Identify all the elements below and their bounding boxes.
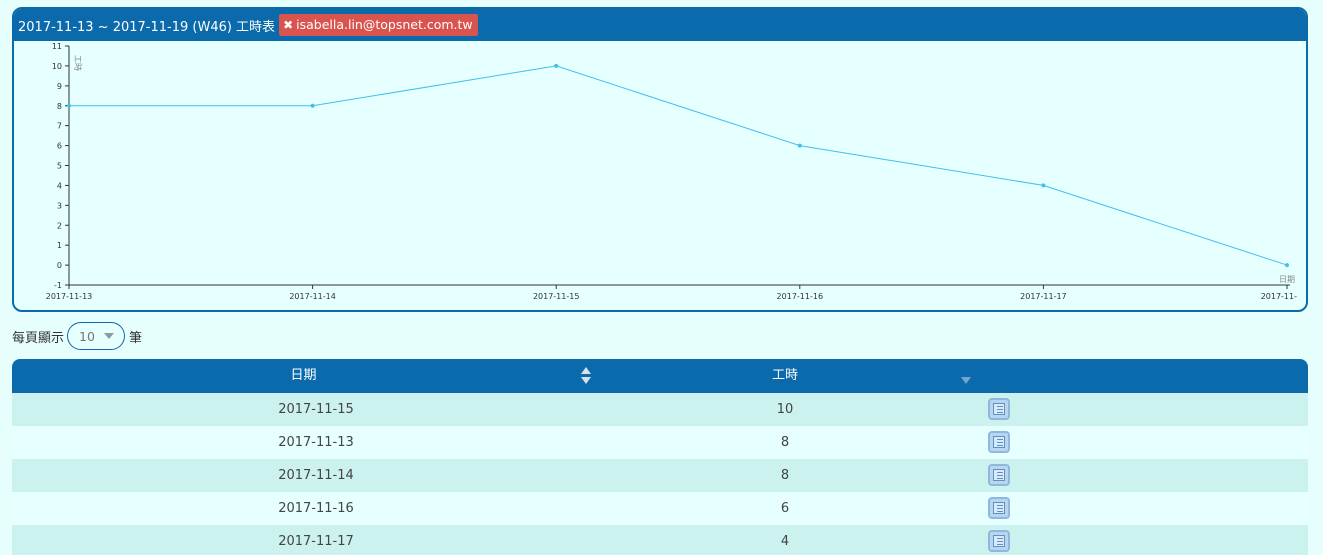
y-tick-label: 8 [57, 102, 62, 111]
chart-panel: 2017-11-13 ~ 2017-11-19 (W46) 工時表 ✖ isab… [12, 7, 1308, 312]
user-filter-tag[interactable]: ✖ isabella.lin@topsnet.com.tw [279, 14, 478, 36]
page-size-control: 每頁顯示 10 筆 [12, 322, 142, 350]
cell-hours: 6 [780, 501, 790, 516]
cell-hours: 10 [776, 402, 794, 417]
times-icon[interactable]: ✖ [283, 14, 293, 36]
list-detail-icon[interactable] [988, 431, 1010, 453]
data-point [554, 63, 559, 68]
series-line [69, 65, 1288, 266]
y-axis-label: 工時 [73, 55, 82, 71]
y-tick-label: 3 [57, 201, 62, 210]
list-detail-icon[interactable] [988, 398, 1010, 420]
list-detail-icon[interactable] [988, 464, 1010, 486]
column-dropdown-icon[interactable] [961, 377, 971, 384]
table-row: 2017-11-15 10 [12, 393, 1308, 426]
data-point [310, 103, 315, 108]
y-tick-label: 7 [57, 122, 62, 131]
data-point [797, 143, 802, 148]
y-tick-label: 5 [57, 162, 62, 171]
cell-hours: 8 [780, 435, 790, 450]
cell-date: 2017-11-14 [278, 468, 354, 483]
y-tick-label: -1 [54, 281, 62, 290]
list-detail-icon[interactable] [988, 530, 1010, 552]
table-header: 日期 工時 [12, 359, 1308, 393]
user-email: isabella.lin@topsnet.com.tw [296, 17, 473, 32]
cell-date: 2017-11-15 [278, 402, 354, 417]
x-tick-label: 2017-11-16 [777, 292, 824, 301]
y-tick-label: 10 [52, 62, 62, 71]
y-tick-label: 11 [52, 42, 62, 51]
table-row: 2017-11-17 4 [12, 525, 1308, 555]
x-tick-label: 2017-11-13 [46, 292, 93, 301]
timesheet-table: 日期 工時 2017-11-15 10 2017-11-13 8 2017-11-14 8… [12, 359, 1308, 555]
x-tick-label: 2017-11-15 [533, 292, 580, 301]
cell-date: 2017-11-16 [278, 501, 354, 516]
page-size-select[interactable]: 10 [67, 322, 126, 350]
chart-header: 2017-11-13 ~ 2017-11-19 (W46) 工時表 ✖ isab… [14, 9, 1306, 41]
cell-date: 2017-11-13 [278, 435, 354, 450]
chart-title: 2017-11-13 ~ 2017-11-19 (W46) 工時表 [18, 19, 276, 35]
y-tick-label: 4 [57, 181, 62, 190]
page-size-value: 10 [79, 328, 95, 344]
data-point [1285, 263, 1289, 268]
column-header-date[interactable]: 日期 [12, 359, 595, 393]
x-tick-label: 2017-11-17 [1020, 292, 1067, 301]
page-size-prefix: 每頁顯示 [12, 330, 65, 346]
y-tick-label: 2 [57, 221, 62, 230]
column-header-hours[interactable]: 工時 [595, 359, 975, 393]
caret-down-icon [104, 333, 115, 339]
y-tick-label: 0 [57, 261, 62, 270]
y-tick-label: 6 [57, 142, 62, 151]
table-row: 2017-11-14 8 [12, 459, 1308, 492]
y-tick-label: 9 [57, 82, 62, 91]
page-size-suffix: 筆 [129, 330, 143, 346]
sort-icon[interactable] [580, 367, 592, 385]
x-axis-label: 日期 [1279, 275, 1295, 284]
cell-hours: 8 [780, 468, 790, 483]
cell-date: 2017-11-17 [278, 534, 354, 549]
x-tick-label: 2017-11-14 [289, 292, 336, 301]
data-point [67, 103, 71, 108]
table-body: 2017-11-15 10 2017-11-13 8 2017-11-14 8 2017-1… [12, 393, 1308, 555]
list-detail-icon[interactable] [988, 497, 1010, 519]
table-row: 2017-11-13 8 [12, 426, 1308, 459]
x-tick-label: 2017-11- [1261, 292, 1297, 301]
table-row: 2017-11-16 6 [12, 492, 1308, 525]
data-point [1041, 183, 1046, 188]
y-tick-label: 1 [57, 241, 62, 250]
cell-hours: 4 [780, 534, 790, 549]
timesheet-line-chart: -1 0 1 2 3 4 5 6 7 8 9 10 11 2017-11-13 2017-11-14 2017… [46, 42, 1297, 301]
